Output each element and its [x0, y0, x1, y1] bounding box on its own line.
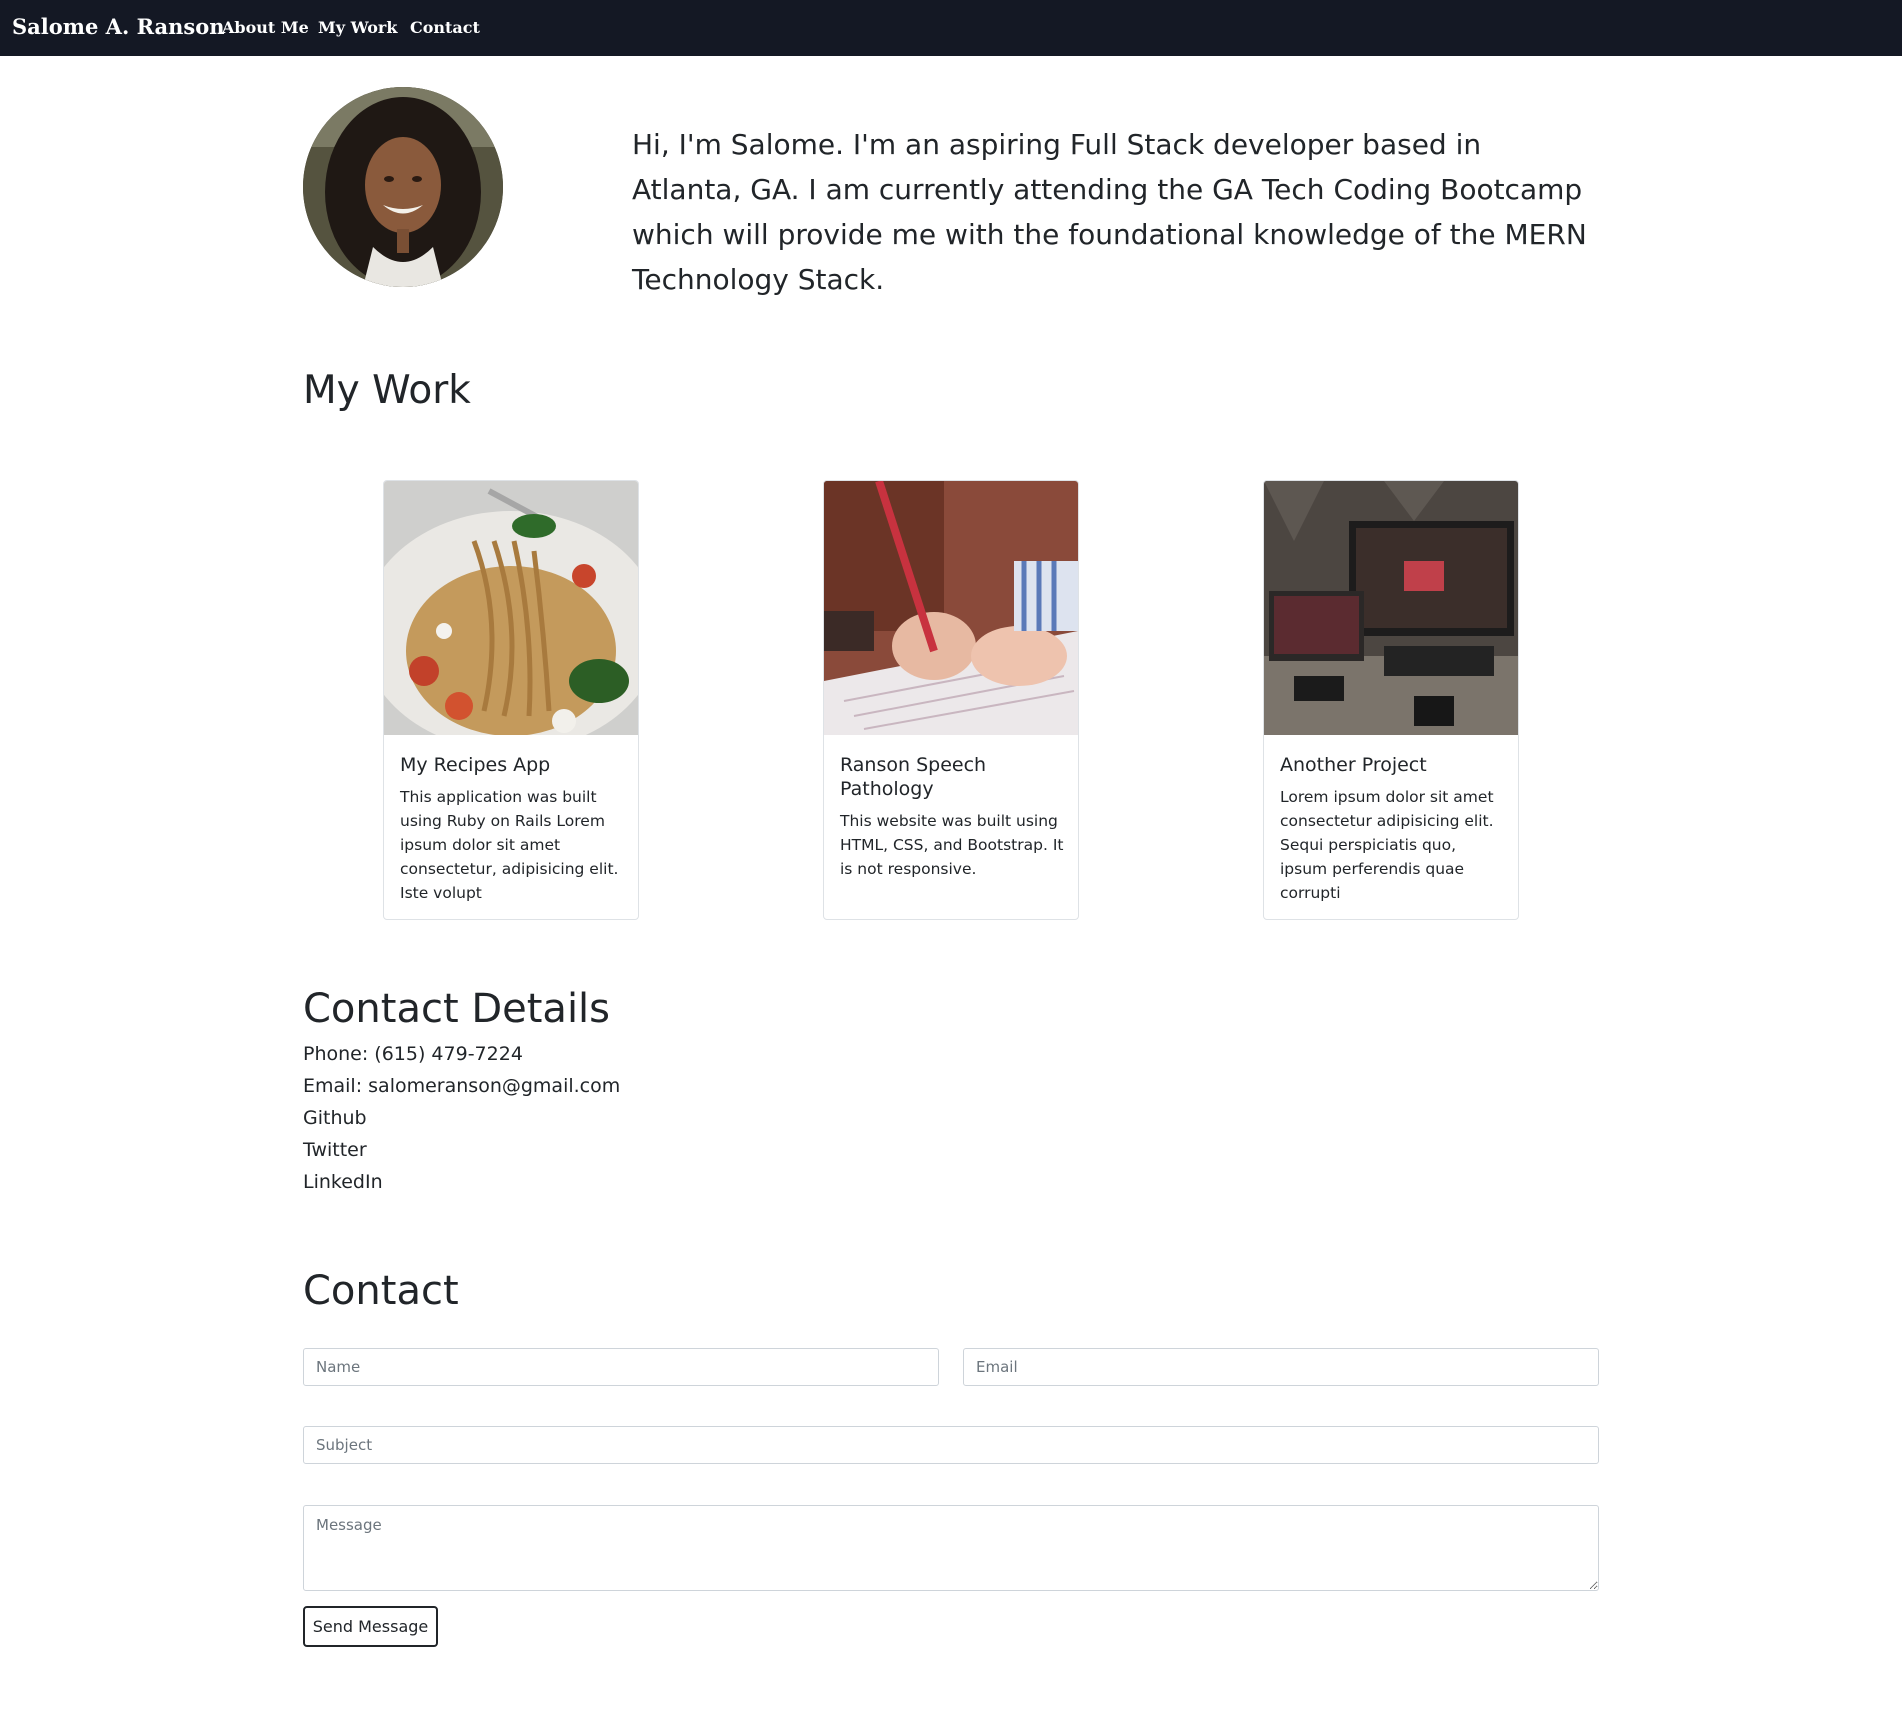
twitter-link[interactable]: Twitter	[303, 1139, 367, 1161]
child-writing-photo-graphic	[824, 481, 1078, 735]
send-message-button[interactable]: Send Message	[303, 1606, 438, 1647]
card-title: My Recipes App	[400, 754, 551, 776]
pasta-photo	[384, 481, 638, 735]
contact-heading: Contact	[303, 1268, 459, 1314]
card-text: This application was built using Ruby on…	[400, 788, 619, 902]
profile-photo	[303, 87, 503, 287]
project-card-recipes[interactable]: My Recipes App This application was buil…	[383, 480, 639, 920]
subject-input[interactable]	[303, 1426, 1599, 1464]
pasta-photo-graphic	[384, 481, 638, 735]
nav-contact[interactable]: Contact	[410, 18, 480, 37]
contact-details-heading: Contact Details	[303, 986, 611, 1032]
card-title: Another Project	[1280, 754, 1427, 776]
my-work-heading: My Work	[303, 368, 471, 413]
name-input[interactable]	[303, 1348, 939, 1386]
email-text: Email: salomeranson@gmail.com	[303, 1075, 621, 1097]
desk-computer-photo	[1264, 481, 1518, 735]
project-card-speech-pathology[interactable]: Ranson Speech Pathology This website was…	[823, 480, 1079, 920]
nav-about-me[interactable]: About Me	[222, 18, 309, 37]
desk-computer-photo-graphic	[1264, 481, 1518, 735]
bio-text: Hi, I'm Salome. I'm an aspiring Full Sta…	[632, 128, 1587, 296]
project-card-another-project[interactable]: Another Project Lorem ipsum dolor sit am…	[1263, 480, 1519, 920]
profile-photo-graphic	[303, 87, 503, 287]
message-textarea[interactable]	[303, 1505, 1599, 1591]
card-text: Lorem ipsum dolor sit amet consectetur a…	[1280, 788, 1494, 902]
card-title: Ranson Speech Pathology	[840, 754, 987, 800]
navbar: Salome A. Ranson About Me My Work Contac…	[0, 0, 1902, 56]
card-text: This website was built using HTML, CSS, …	[840, 812, 1064, 878]
brand-link[interactable]: Salome A. Ranson	[12, 14, 224, 39]
nav-my-work[interactable]: My Work	[318, 18, 397, 37]
github-link[interactable]: Github	[303, 1107, 367, 1129]
phone-text: Phone: (615) 479-7224	[303, 1043, 523, 1065]
linkedin-link[interactable]: LinkedIn	[303, 1171, 383, 1193]
email-input[interactable]	[963, 1348, 1599, 1386]
child-writing-photo	[824, 481, 1078, 735]
